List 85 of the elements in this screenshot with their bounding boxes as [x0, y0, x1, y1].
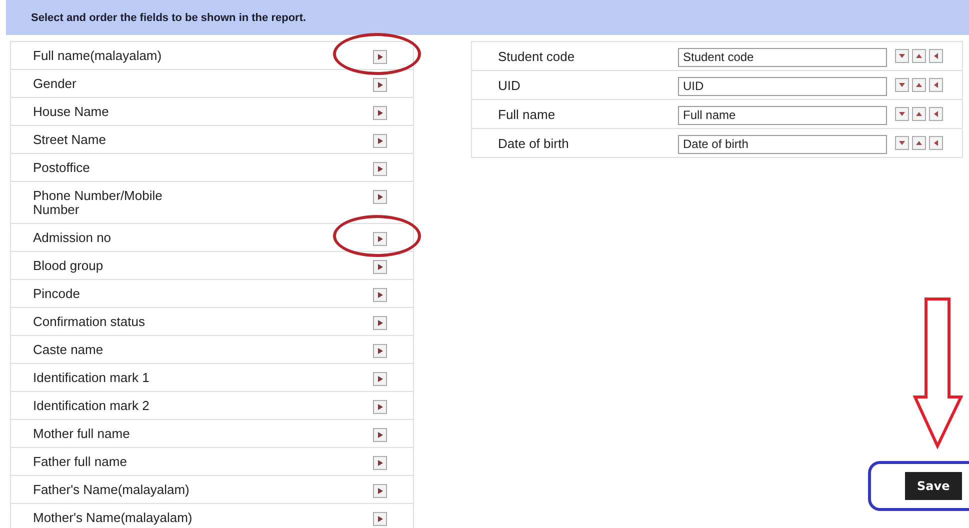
field-label: Pincode — [32, 285, 81, 303]
right-arrow-icon — [378, 138, 382, 144]
move-down-button[interactable] — [895, 78, 909, 92]
remove-field-button[interactable] — [929, 107, 943, 121]
left-arrow-icon — [934, 53, 938, 59]
add-field-button[interactable] — [373, 484, 387, 498]
add-field-button[interactable] — [373, 134, 387, 148]
left-arrow-icon — [934, 82, 938, 88]
column-title-input[interactable]: Date of birth — [678, 134, 887, 154]
right-arrow-icon — [378, 516, 382, 522]
add-field-button[interactable] — [373, 190, 387, 204]
add-field-button[interactable] — [373, 512, 387, 526]
field-label: Gender — [32, 75, 78, 93]
down-arrow-icon — [899, 83, 905, 87]
field-label: UID — [497, 78, 522, 92]
up-arrow-icon — [916, 83, 922, 87]
field-label: Street Name — [32, 131, 107, 149]
field-label: Confirmation status — [32, 313, 146, 331]
down-arrow-icon — [899, 54, 905, 58]
right-arrow-icon — [378, 348, 382, 354]
right-arrow-icon — [378, 376, 382, 382]
right-arrow-icon — [378, 110, 382, 116]
move-down-button[interactable] — [895, 49, 909, 63]
move-up-button[interactable] — [912, 107, 926, 121]
add-field-button[interactable] — [373, 316, 387, 330]
field-label: House Name — [32, 103, 110, 121]
down-arrow-icon — [899, 141, 905, 145]
right-arrow-icon — [378, 488, 382, 494]
save-button[interactable]: Save — [905, 472, 962, 500]
field-label: Father's Name(malayalam) — [32, 481, 190, 499]
field-label: Mother's Name(malayalam) — [32, 509, 193, 527]
left-arrow-icon — [934, 140, 938, 146]
right-arrow-icon — [378, 54, 382, 60]
field-label: Full name(malayalam) — [32, 47, 163, 65]
field-label: Mother full name — [32, 425, 131, 443]
move-down-button[interactable] — [895, 136, 909, 150]
add-field-button[interactable] — [373, 50, 387, 64]
field-label: Blood group — [32, 257, 104, 275]
right-arrow-icon — [378, 460, 382, 466]
field-label: Identification mark 2 — [32, 397, 150, 415]
add-field-button[interactable] — [373, 162, 387, 176]
add-field-button[interactable] — [373, 456, 387, 470]
field-label: Student code — [497, 48, 576, 64]
add-field-button[interactable] — [373, 260, 387, 274]
field-label: Date of birth — [497, 136, 570, 150]
move-down-button[interactable] — [895, 107, 909, 121]
right-arrow-icon — [378, 404, 382, 410]
field-label: Postoffice — [32, 159, 91, 177]
field-label: Father full name — [32, 453, 128, 471]
right-arrow-icon — [378, 194, 382, 200]
add-field-button[interactable] — [373, 106, 387, 120]
field-label: Caste name — [32, 341, 104, 359]
add-field-button[interactable] — [373, 372, 387, 386]
right-arrow-icon — [378, 82, 382, 88]
field-label: Admission no — [32, 229, 112, 247]
right-arrow-icon — [378, 166, 382, 172]
remove-field-button[interactable] — [929, 136, 943, 150]
add-field-button[interactable] — [373, 78, 387, 92]
right-arrow-icon — [378, 320, 382, 326]
up-arrow-icon — [916, 112, 922, 116]
right-arrow-icon — [378, 292, 382, 298]
move-up-button[interactable] — [912, 136, 926, 150]
add-field-button[interactable] — [373, 428, 387, 442]
up-arrow-icon — [916, 54, 922, 58]
down-arrow-icon — [899, 112, 905, 116]
field-label: Full name — [497, 106, 556, 122]
right-arrow-icon — [378, 264, 382, 270]
remove-field-button[interactable] — [929, 49, 943, 63]
field-label: Identification mark 1 — [32, 369, 150, 387]
column-title-input[interactable]: Full name — [678, 106, 887, 124]
column-title-input[interactable]: UID — [678, 76, 887, 96]
move-up-button[interactable] — [912, 78, 926, 92]
column-title-input[interactable]: Student code — [678, 48, 887, 66]
remove-field-button[interactable] — [929, 78, 943, 92]
add-field-button[interactable] — [373, 400, 387, 414]
instruction-text: Select and order the fields to be shown in the report. — [31, 12, 306, 24]
right-arrow-icon — [378, 236, 382, 242]
right-arrow-icon — [378, 432, 382, 438]
up-arrow-icon — [916, 141, 922, 145]
field-label: Phone Number/Mobile Number — [32, 187, 164, 219]
add-field-button[interactable] — [373, 344, 387, 358]
move-up-button[interactable] — [912, 49, 926, 63]
add-field-button[interactable] — [373, 288, 387, 302]
left-arrow-icon — [934, 111, 938, 117]
add-field-button[interactable] — [373, 232, 387, 246]
